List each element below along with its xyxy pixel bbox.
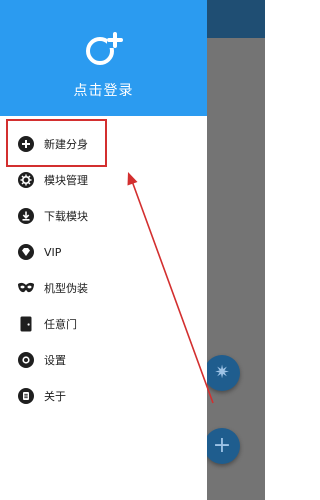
door-icon <box>17 315 35 333</box>
menu-item-label: 任意门 <box>44 318 77 331</box>
drawer-menu: 新建分身 模块管理 下载模块 VIP 机型伪装 任意门 设置 关于 <box>0 126 207 414</box>
plus-icon: + <box>212 433 232 458</box>
menu-item-label: 关于 <box>44 390 66 403</box>
gear-icon <box>17 171 35 189</box>
fab-settings-button[interactable]: ✷ <box>204 355 240 391</box>
menu-item-device-disguise[interactable]: 机型伪装 <box>0 270 207 306</box>
mask-icon <box>17 279 35 297</box>
vip-diamond-icon <box>17 243 35 261</box>
menu-item-about[interactable]: 关于 <box>0 378 207 414</box>
menu-item-download-module[interactable]: 下载模块 <box>0 198 207 234</box>
about-icon <box>17 387 35 405</box>
menu-item-vip[interactable]: VIP <box>0 234 207 270</box>
menu-item-label: 下载模块 <box>44 210 88 223</box>
login-label[interactable]: 点击登录 <box>0 80 207 100</box>
fab-add-button[interactable]: + <box>204 428 240 464</box>
menu-item-label: 模块管理 <box>44 174 88 187</box>
background-app-bar <box>205 0 265 38</box>
highlight-box <box>6 119 107 167</box>
menu-item-label: 设置 <box>44 354 66 367</box>
navigation-drawer: 点击登录 新建分身 模块管理 下载模块 VIP 机型伪装 任意门 设置 关于 <box>0 0 207 500</box>
menu-item-label: 机型伪装 <box>44 282 88 295</box>
menu-item-settings[interactable]: 设置 <box>0 342 207 378</box>
download-icon <box>17 207 35 225</box>
drawer-header[interactable]: 点击登录 <box>0 0 207 116</box>
account-add-icon <box>86 32 123 65</box>
menu-item-any-door[interactable]: 任意门 <box>0 306 207 342</box>
menu-item-module-manage[interactable]: 模块管理 <box>0 162 207 198</box>
gear-icon: ✷ <box>214 362 230 383</box>
menu-item-label: VIP <box>44 245 62 259</box>
settings-icon <box>17 351 35 369</box>
